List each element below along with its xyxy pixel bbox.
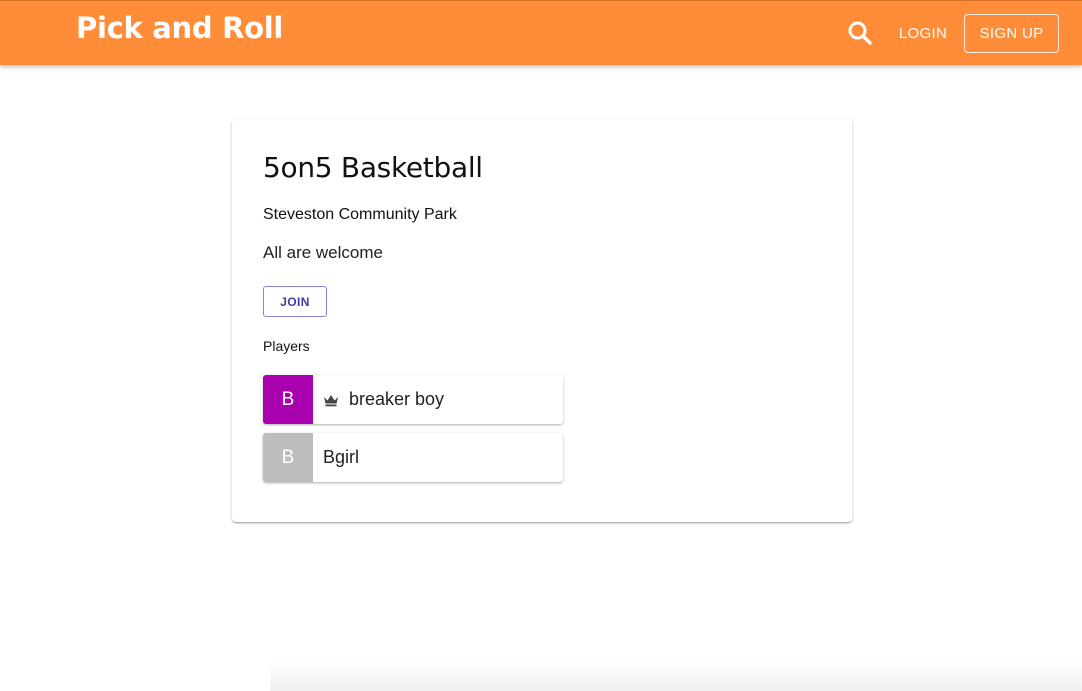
event-title: 5on5 Basketball — [263, 151, 483, 184]
player-item[interactable]: B breaker boy — [263, 375, 563, 424]
player-item[interactable]: B Bgirl — [263, 433, 563, 482]
avatar: B — [263, 375, 313, 424]
brand-logo[interactable]: Pick and Roll — [76, 11, 283, 45]
bottom-shadow — [270, 660, 1082, 691]
avatar-initial: B — [281, 446, 295, 468]
event-description: All are welcome — [263, 243, 383, 262]
avatar-initial: B — [281, 388, 295, 410]
signup-button[interactable]: SIGN UP — [964, 14, 1059, 53]
search-icon — [848, 21, 872, 45]
players-heading: Players — [263, 338, 310, 354]
crown-icon — [324, 394, 338, 406]
search-button[interactable] — [846, 19, 874, 47]
player-name: Bgirl — [323, 447, 360, 467]
login-button[interactable]: LOGIN — [892, 16, 954, 50]
event-location: Steveston Community Park — [263, 206, 457, 223]
player-name: breaker boy — [349, 389, 445, 409]
app-bar: Pick and Roll LOGIN SIGN UP — [0, 0, 1082, 65]
avatar: B — [263, 433, 313, 482]
event-card: 5on5 Basketball Steveston Community Park… — [232, 119, 852, 522]
join-button[interactable]: JOIN — [263, 286, 327, 317]
